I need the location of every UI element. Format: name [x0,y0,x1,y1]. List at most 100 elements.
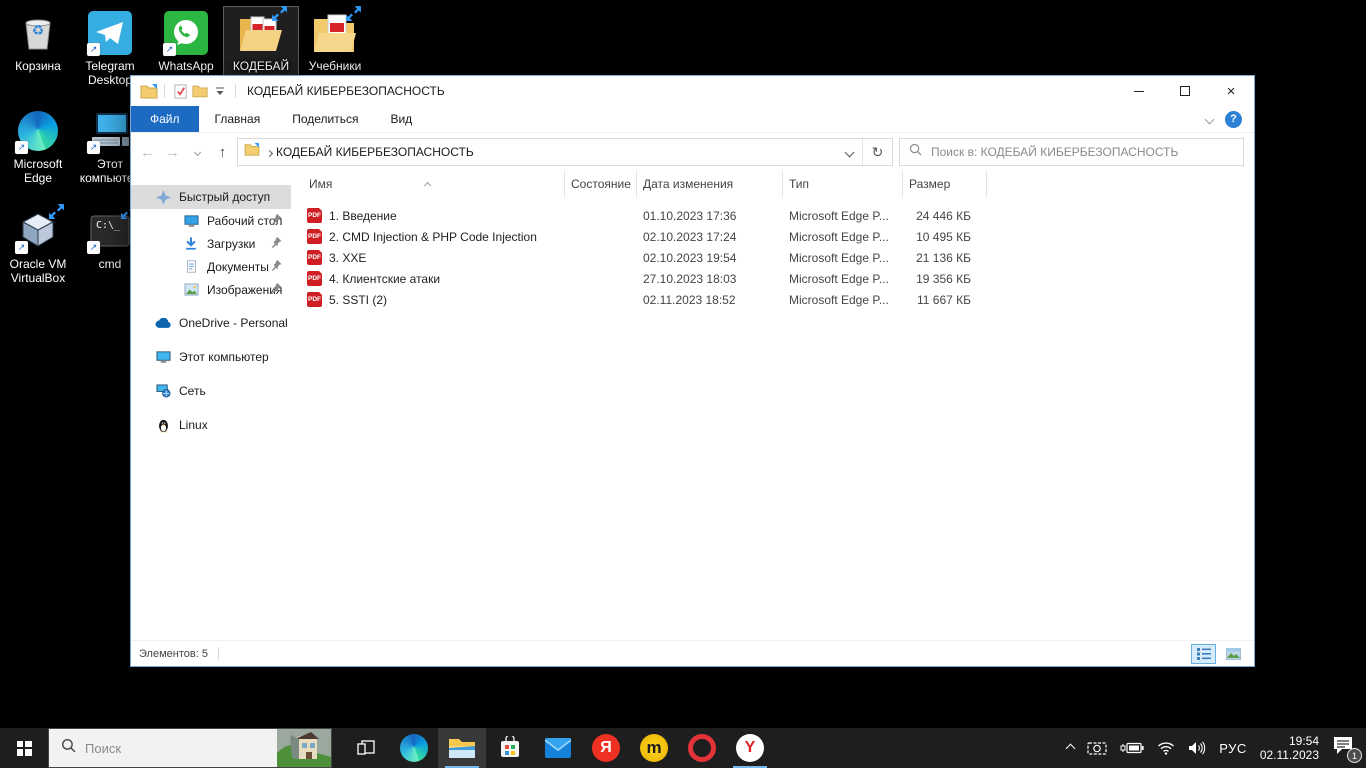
column-header-name[interactable]: Имя [303,171,565,197]
desktop-icon-label: Учебники [309,59,362,73]
start-button[interactable] [0,728,48,768]
ribbon-tabs: Файл Главная Поделиться Вид ? [131,106,1254,133]
taskbar-opera-button[interactable] [678,728,726,768]
battery-icon[interactable] [1120,742,1144,754]
search-input[interactable] [931,145,1234,159]
pdf-file-icon: PDF [307,229,322,244]
sidebar-item-this-pc[interactable]: Этот компьютер [131,345,291,369]
yandex-browser-icon: Y [736,734,764,762]
desktop-icon-label: КОДЕБАЙ [233,59,289,73]
address-box[interactable]: КОДЕБАЙ КИБЕРБЕЗОПАСНОСТЬ ↻ [237,138,893,166]
table-row[interactable]: PDF5. SSTI (2) 02.11.2023 18:52 Microsof… [303,289,1254,310]
taskbar-yandex-button[interactable]: Я [582,728,630,768]
tab-file[interactable]: Файл [131,106,199,132]
close-button[interactable]: × [1208,76,1254,106]
network-icon [155,383,171,399]
column-header-modified[interactable]: Дата изменения [637,171,783,197]
table-row[interactable]: PDF1. Введение 01.10.2023 17:36 Microsof… [303,205,1254,226]
title-bar: КОДЕБАЙ КИБЕРБЕЗОПАСНОСТЬ × [131,76,1254,106]
maximize-button[interactable] [1162,76,1208,106]
this-pc-icon [155,349,171,365]
search-box[interactable] [899,138,1244,166]
table-row[interactable]: PDF2. CMD Injection & PHP Code Injection… [303,226,1254,247]
file-list: Имя Состояние Дата изменения Тип Размер … [291,171,1254,640]
column-header-status[interactable]: Состояние [565,171,637,197]
desktop-mini-icon [183,213,199,229]
address-dropdown-icon[interactable] [836,139,862,165]
taskbar-amigo-button[interactable]: m [630,728,678,768]
volume-icon[interactable] [1188,741,1206,755]
sidebar-item-pictures[interactable]: Изображения [131,278,291,301]
table-row[interactable]: PDF3. XXE 02.10.2023 19:54 Microsoft Edg… [303,247,1254,268]
folder-pdf-icon [238,10,284,56]
help-button[interactable]: ? [1225,111,1242,128]
sidebar-item-desktop[interactable]: Рабочий стол [131,209,291,232]
tab-view[interactable]: Вид [374,106,428,132]
tab-home[interactable]: Главная [199,106,277,132]
cmd-icon: C:\_ ↗ [87,208,133,254]
taskbar-store-button[interactable] [486,728,534,768]
breadcrumb[interactable]: КОДЕБАЙ КИБЕРБЕЗОПАСНОСТЬ [276,145,474,159]
sidebar-item-linux[interactable]: Linux [131,413,291,437]
details-view-button[interactable] [1191,644,1216,664]
wifi-icon[interactable] [1157,741,1175,755]
compressed-arrows-icon [48,203,65,220]
customize-quick-access-button[interactable] [210,81,230,101]
sort-ascending-icon [425,171,430,197]
back-button[interactable]: ← [135,139,160,165]
taskbar-mail-button[interactable] [534,728,582,768]
sidebar-item-network[interactable]: Сеть [131,379,291,403]
hidden-icons-chevron[interactable] [1067,745,1074,752]
task-view-button[interactable] [342,728,390,768]
desktop-icon-edge[interactable]: ↗ Microsoft Edge [0,104,76,188]
taskbar-search-input[interactable] [85,741,268,756]
desktop-icon-uchebniki[interactable]: Учебники [297,6,373,76]
table-row[interactable]: PDF4. Клиентские атаки 27.10.2023 18:03 … [303,268,1254,289]
taskbar-clock[interactable]: 19:54 02.11.2023 [1260,734,1319,762]
pdf-file-icon: PDF [307,250,322,265]
linux-penguin-icon [155,417,171,433]
recent-locations-icon[interactable] [185,139,210,165]
notification-center-button[interactable]: 1 [1332,736,1358,760]
computer-icon: ↗ [87,108,133,154]
refresh-button[interactable]: ↻ [862,139,892,165]
desktop-icon-recycle-bin[interactable]: ♻ Корзина [0,6,76,76]
expand-ribbon-icon[interactable] [1206,110,1213,128]
desktop-icon-kodebay[interactable]: КОДЕБАЙ [223,6,299,76]
forward-button[interactable]: → [160,139,185,165]
search-highlight-image[interactable] [277,729,331,767]
address-bar: ← → ↑ КОДЕБАЙ КИБЕРБЕЗОПАСНОСТЬ ↻ [131,133,1254,171]
language-indicator[interactable]: РУС [1219,741,1247,756]
taskbar-yandex-browser-button[interactable]: Y [726,728,774,768]
shortcut-arrow-icon: ↗ [15,141,28,154]
compressed-arrows-icon [345,5,362,22]
desktop-icon-label: Microsoft Edge [1,157,75,185]
onedrive-icon [155,315,171,331]
desktop-icon-whatsapp[interactable]: ↗ WhatsApp [148,6,224,76]
taskbar-search[interactable] [48,728,332,768]
desktop-icon-virtualbox[interactable]: ↗ Oracle VM VirtualBox [0,204,76,288]
window-app-icon [139,81,159,101]
tab-share[interactable]: Поделиться [276,106,374,132]
properties-button[interactable] [170,81,190,101]
sidebar-item-quick-access[interactable]: Быстрый доступ [131,185,291,209]
minimize-button[interactable] [1116,76,1162,106]
taskbar-explorer-button[interactable] [438,728,486,768]
folder-pdf-icon [312,10,358,56]
edge-icon [400,734,428,762]
sidebar-item-onedrive[interactable]: OneDrive - Personal [131,311,291,335]
new-folder-button[interactable] [190,81,210,101]
window-title: КОДЕБАЙ КИБЕРБЕЗОПАСНОСТЬ [247,84,1116,98]
whatsapp-icon: ↗ [163,10,209,56]
taskbar-edge-button[interactable] [390,728,438,768]
thumbnails-view-button[interactable] [1221,644,1246,664]
column-header-size[interactable]: Размер [903,171,987,197]
up-button[interactable]: ↑ [210,139,235,165]
desktop-icon-label: Oracle VM VirtualBox [1,257,75,285]
status-bar: Элементов: 5 [131,640,1254,666]
sidebar-item-downloads[interactable]: Загрузки [131,232,291,255]
sidebar-item-documents[interactable]: Документы [131,255,291,278]
column-header-type[interactable]: Тип [783,171,903,197]
desktop-icon-label: cmd [99,257,122,271]
cast-display-icon[interactable] [1087,741,1107,756]
